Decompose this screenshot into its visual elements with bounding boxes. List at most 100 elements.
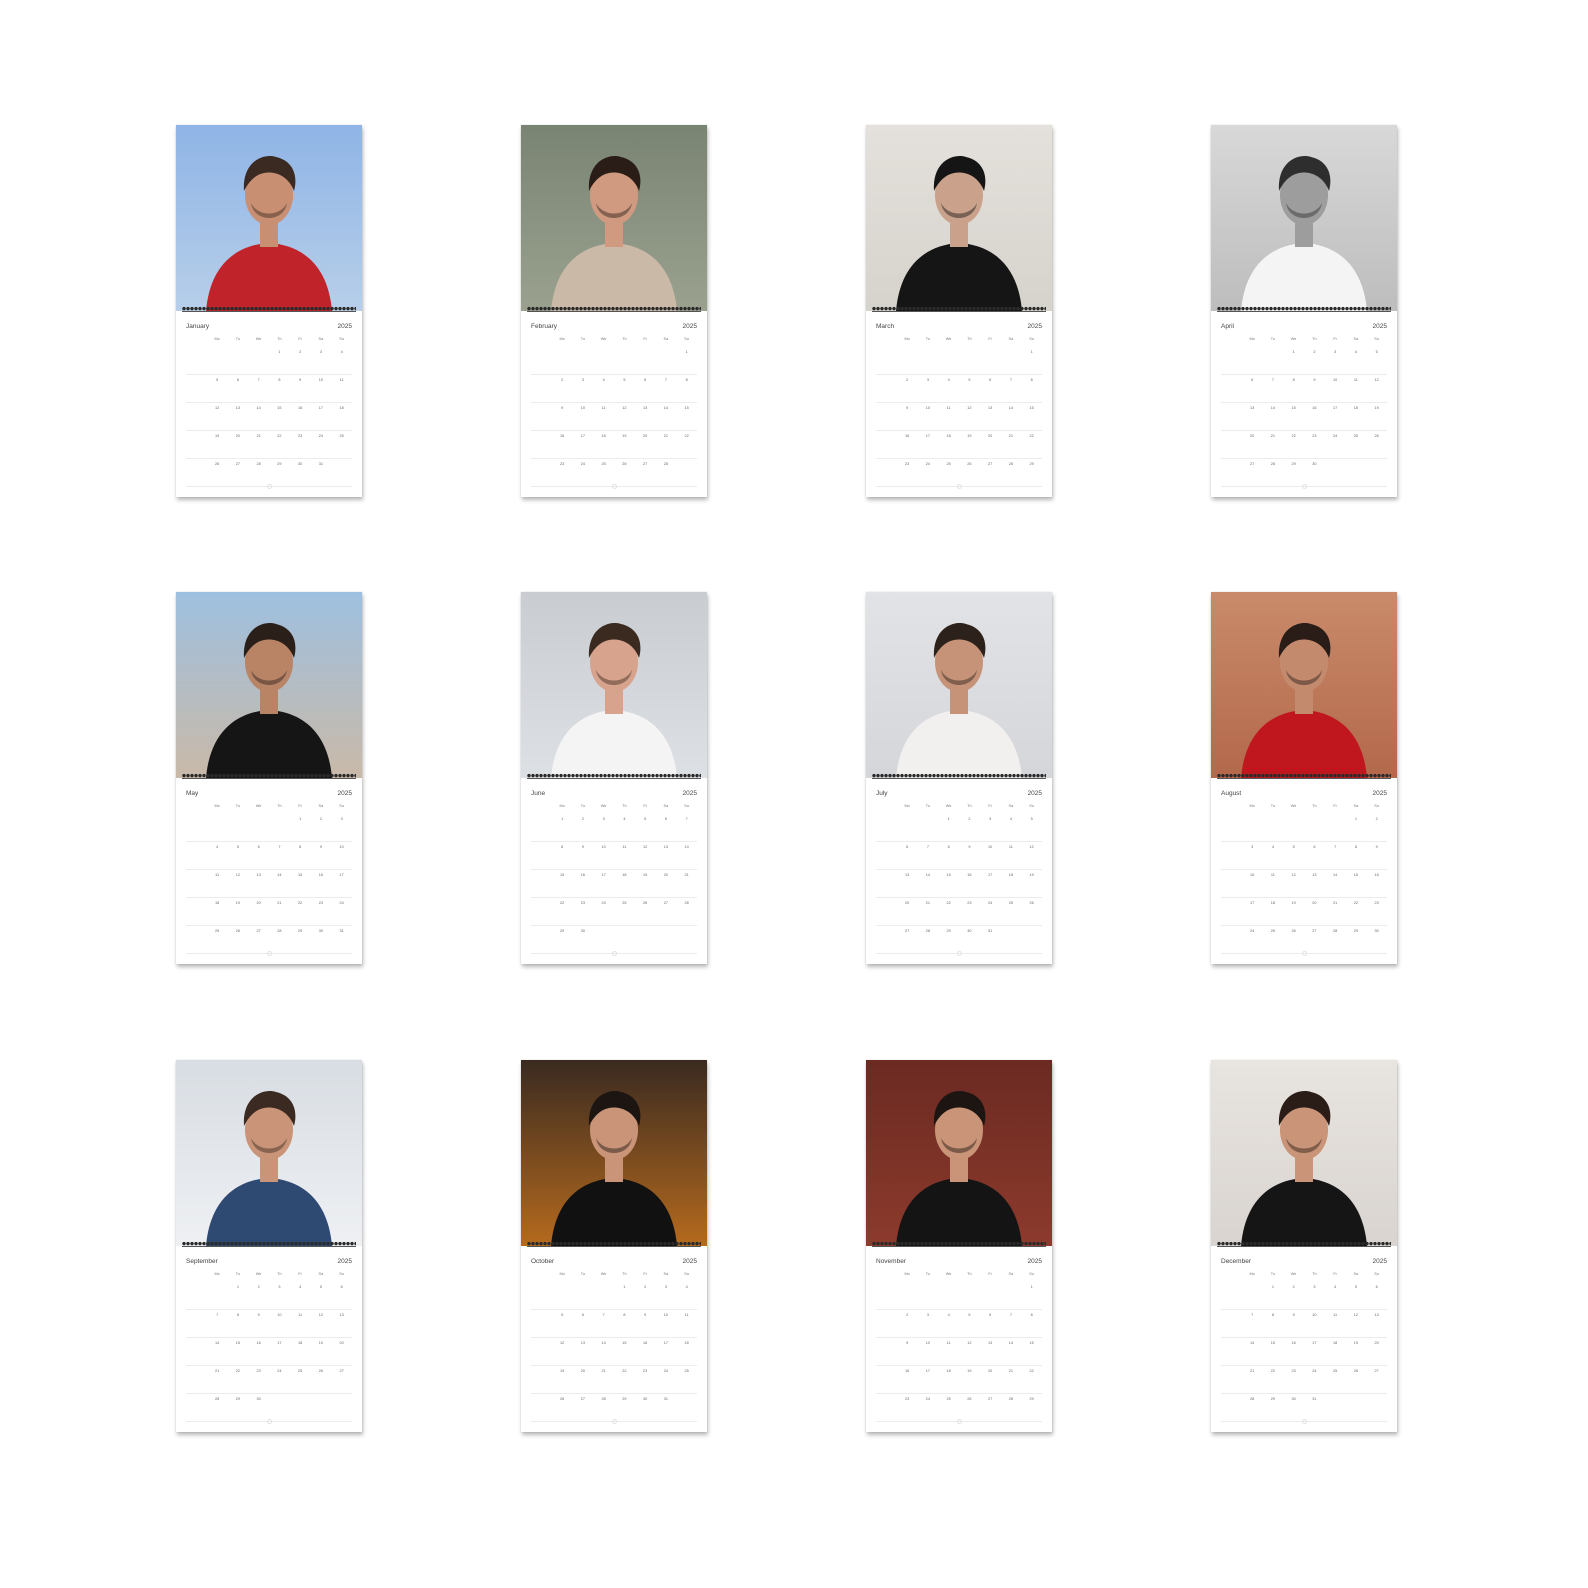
- photo-frame: [521, 125, 707, 311]
- day-cell: 9: [561, 406, 564, 410]
- day-cell: 26: [318, 1369, 323, 1373]
- day-cell: 14: [663, 406, 668, 410]
- day-cell: 15: [946, 873, 951, 877]
- day-cell: 10: [318, 378, 323, 382]
- week-row: 23 24 25 26 27 28 29: [876, 459, 1042, 487]
- day-cell: 17: [988, 873, 993, 877]
- day-cell: 12: [215, 406, 220, 410]
- weekday-header: Mo Tu We Th Fr Sa Su: [186, 337, 352, 345]
- day-cell: 28: [1250, 1397, 1255, 1401]
- spiral-binding: [872, 772, 1046, 784]
- week-row: 1 2 3 4 5: [1221, 347, 1387, 375]
- day-cell: 12: [1029, 845, 1034, 849]
- weekday-label: Th: [967, 1272, 972, 1276]
- day-cell: 4: [1009, 817, 1012, 821]
- day-cell: 17: [580, 434, 585, 438]
- month-photo: [866, 592, 1052, 778]
- day-cell: 28: [215, 1397, 220, 1401]
- day-cell: 26: [1374, 434, 1379, 438]
- page-footer-mark: [266, 951, 272, 956]
- day-cell: 8: [1354, 845, 1357, 849]
- week-row: 18 19 20 21 22 23 24: [186, 898, 352, 926]
- day-cell: 10: [988, 845, 993, 849]
- day-cell: 26: [967, 462, 972, 466]
- day-cell: 3: [664, 1285, 667, 1289]
- page-footer-mark: [956, 951, 962, 956]
- weekday-label: Su: [684, 804, 689, 808]
- day-cell: 4: [1334, 1285, 1337, 1289]
- year-label: 2025: [1372, 790, 1387, 797]
- calendar-header: April 2025: [1221, 323, 1387, 333]
- day-cell: 30: [1291, 1397, 1296, 1401]
- day-cell: 16: [967, 873, 972, 877]
- day-cell: 4: [947, 378, 950, 382]
- day-cell: 15: [1270, 1341, 1275, 1345]
- month-name: November: [876, 1258, 906, 1265]
- day-cell: 20: [1374, 1341, 1379, 1345]
- day-cell: 27: [643, 462, 648, 466]
- weeks-grid: 1 2 3 4 5 6 7 8 9 10 11 12 13 14 15 16 17 18 19 20 21 22 23 24 2…: [531, 347, 697, 487]
- weekday-label: Th: [1312, 804, 1317, 808]
- weekday-label: Th: [622, 337, 627, 341]
- weekday-label: Th: [622, 1272, 627, 1276]
- week-row: 9 10 11 12 13 14 15: [531, 403, 697, 431]
- weeks-grid: 1 2 3 4 5 6 7 8 9 10 11 12 13 14 15 16 17 18 19 20 21 22 23 24 2…: [876, 814, 1042, 954]
- weekday-label: Mo: [559, 804, 565, 808]
- day-cell: 1: [1030, 350, 1033, 354]
- day-cell: 3: [1251, 845, 1254, 849]
- day-cell: 16: [1312, 406, 1317, 410]
- day-cell: 12: [560, 1341, 565, 1345]
- week-row: 14 15 16 17 18 19 20: [1221, 1338, 1387, 1366]
- day-cell: 16: [643, 1341, 648, 1345]
- weekday-label: [531, 337, 552, 345]
- day-cell: 29: [560, 929, 565, 933]
- weekday-label: We: [600, 1272, 607, 1276]
- week-row: 6 7 8 9 10 11 12: [1221, 375, 1387, 403]
- month-name: July: [876, 790, 888, 797]
- day-cell: 24: [1250, 929, 1255, 933]
- day-cell: 24: [601, 901, 606, 905]
- day-cell: 14: [684, 845, 689, 849]
- calendar-header: November 2025: [876, 1258, 1042, 1268]
- weekday-label: Tu: [235, 804, 241, 808]
- day-cell: 14: [277, 873, 282, 877]
- calendar-september: September 2025 Mo Tu We Th Fr Sa Su 1 2 3 4 5 6 7 8 9 10 11…: [176, 1060, 362, 1432]
- day-cell: 12: [643, 845, 648, 849]
- weekday-label: Su: [1029, 1272, 1034, 1276]
- day-cell: 17: [663, 1341, 668, 1345]
- weekday-label: Th: [622, 804, 627, 808]
- day-cell: 5: [1375, 350, 1378, 354]
- weekday-label: Mo: [1249, 1272, 1255, 1276]
- day-cell: 26: [1291, 929, 1296, 933]
- weekday-label: Sa: [1353, 804, 1359, 808]
- day-cell: 24: [339, 901, 344, 905]
- photo-frame: [176, 125, 362, 311]
- day-cell: 31: [318, 462, 323, 466]
- day-cell: 12: [1374, 378, 1379, 382]
- weekday-label: Sa: [1353, 337, 1359, 341]
- day-cell: 20: [235, 434, 240, 438]
- day-cell: 25: [339, 434, 344, 438]
- day-cell: 31: [1312, 1397, 1317, 1401]
- day-cell: 11: [946, 1341, 951, 1345]
- month-photo: [176, 125, 362, 311]
- day-cell: 18: [298, 1341, 303, 1345]
- week-row: 23 24 25 26 27 28 29: [876, 1394, 1042, 1422]
- weekday-label: We: [1290, 337, 1297, 341]
- day-cell: 22: [1029, 1369, 1034, 1373]
- day-cell: 1: [1030, 1285, 1033, 1289]
- day-cell: 18: [684, 1341, 689, 1345]
- day-cell: 27: [1250, 462, 1255, 466]
- day-cell: 27: [1312, 929, 1317, 933]
- day-cell: 16: [560, 434, 565, 438]
- day-cell: 8: [1030, 378, 1033, 382]
- weekday-label: Su: [339, 337, 344, 341]
- photo-frame: [521, 1060, 707, 1246]
- day-cell: 9: [906, 406, 909, 410]
- weeks-grid: 1 2 3 4 5 6 7 8 9 10 11 12 13 14 15 16 17 18 19 20 21 22 23 24 2…: [1221, 814, 1387, 954]
- month-name: January: [186, 323, 210, 330]
- day-cell: 10: [277, 1313, 282, 1317]
- day-cell: 8: [1271, 1313, 1274, 1317]
- day-cell: 1: [299, 817, 302, 821]
- calendar-page: August 2025 Mo Tu We Th Fr Sa Su 1 2 3 4 5 6 7 8 9 10 11 12 1…: [1211, 784, 1397, 964]
